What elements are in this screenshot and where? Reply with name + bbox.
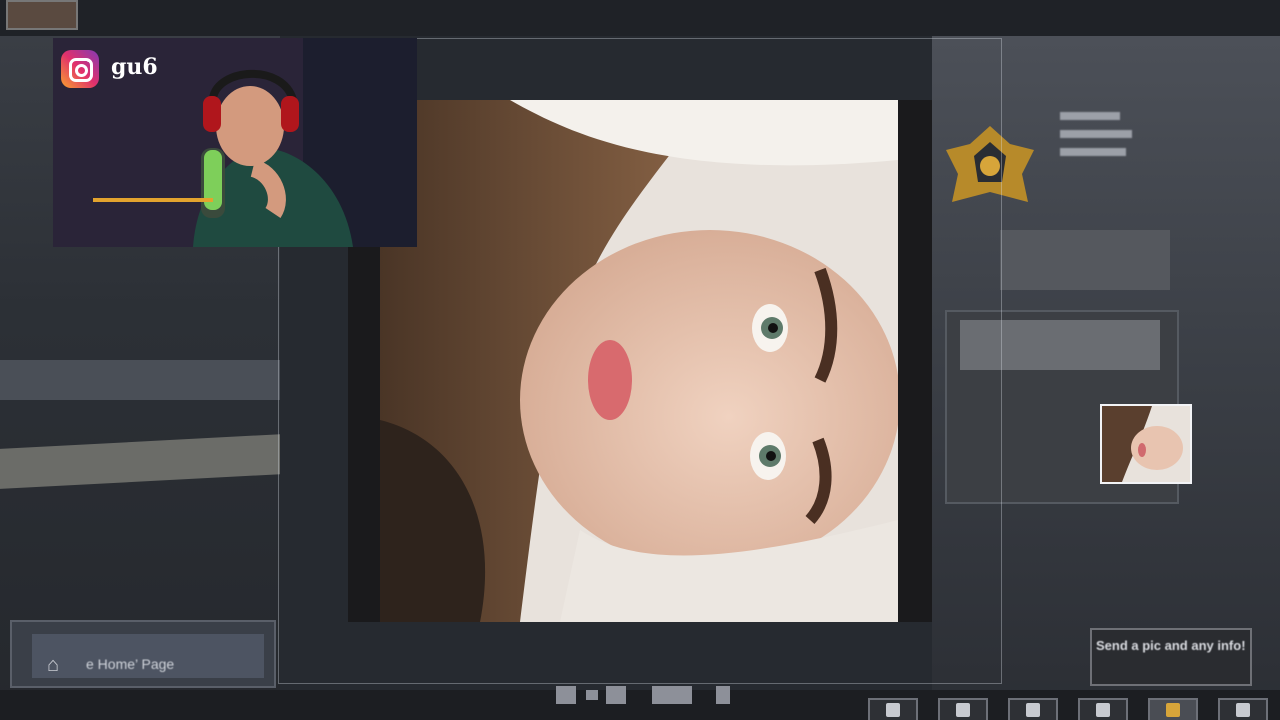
streamer-webcam	[53, 38, 417, 247]
instagram-icon	[61, 50, 99, 88]
dock-button-4[interactable]	[1078, 698, 1128, 720]
main-photo[interactable]	[380, 100, 898, 622]
right-text-block	[1060, 112, 1140, 172]
dock-icon-4	[1096, 703, 1110, 717]
chat-bubble-text: Send a pic and any info!	[1096, 638, 1246, 653]
thumbnail-image	[1102, 406, 1190, 482]
dock-button-2[interactable]	[938, 698, 988, 720]
instagram-handle: gu6	[111, 54, 158, 80]
dock-icon-3	[1026, 703, 1040, 717]
left-band	[0, 360, 280, 400]
home-label: e Home’ Page	[86, 656, 175, 672]
right-boxes	[1000, 230, 1170, 290]
dock-button-6[interactable]	[1218, 698, 1268, 720]
tool-icon-4[interactable]	[652, 686, 692, 704]
streamer-image	[53, 38, 417, 247]
top-strip	[0, 0, 1280, 36]
portrait-image	[380, 100, 898, 622]
dock-button-3[interactable]	[1008, 698, 1058, 720]
dock-button-5[interactable]	[1148, 698, 1198, 720]
tool-icon-3[interactable]	[606, 686, 626, 704]
home-icon[interactable]: ⌂	[40, 652, 66, 678]
dock-icon-5	[1166, 703, 1180, 717]
tool-icon-1[interactable]	[556, 686, 576, 704]
dock-icon-6	[1236, 703, 1250, 717]
small-photo-thumbnail[interactable]	[1100, 404, 1192, 484]
dock-icon-1	[886, 703, 900, 717]
dock-button-1[interactable]	[868, 698, 918, 720]
dock-icon-2	[956, 703, 970, 717]
tool-icon-2[interactable]	[586, 690, 598, 700]
tool-icon-5[interactable]	[716, 686, 730, 704]
top-thumbnail[interactable]	[6, 0, 78, 30]
